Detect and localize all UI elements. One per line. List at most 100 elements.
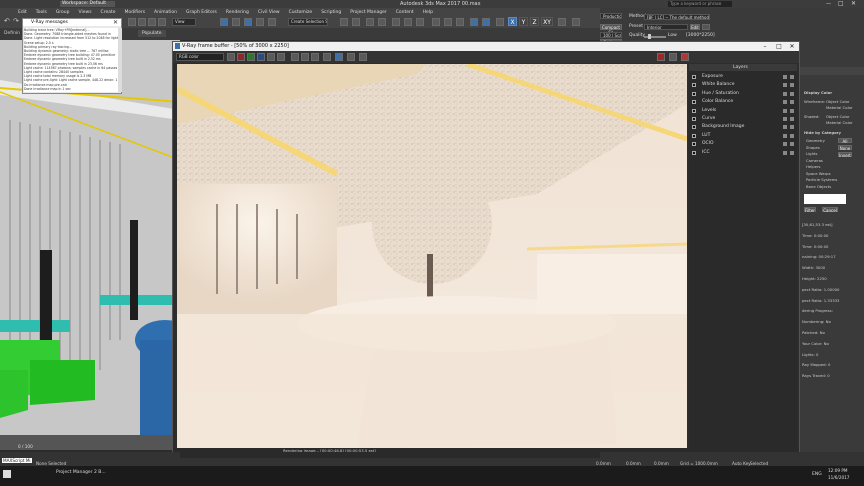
layer-item[interactable]: Exposure <box>691 74 795 81</box>
preset-extra-button[interactable] <box>702 24 710 30</box>
menu-item-project-manager[interactable]: Project Manager <box>350 10 387 15</box>
select-icon[interactable] <box>220 18 228 26</box>
layer-blend-icon[interactable] <box>783 150 787 155</box>
layer-item[interactable]: LUT <box>691 133 795 140</box>
view-dropdown[interactable]: View <box>172 18 196 26</box>
vray-messages-window[interactable]: V-Ray messages ✕ Building trace tree: VR… <box>22 18 122 94</box>
blue-channel-icon[interactable] <box>257 53 265 61</box>
menu-item-scripting[interactable]: Scripting <box>321 10 341 15</box>
maximize-button[interactable]: □ <box>838 0 844 7</box>
layer-checkbox[interactable] <box>692 91 696 96</box>
menu-item-tools[interactable]: Tools <box>36 10 47 15</box>
spinner-snap-icon[interactable] <box>268 18 276 26</box>
filter-list-box[interactable] <box>804 194 846 204</box>
alpha-channel-icon[interactable] <box>267 53 275 61</box>
menu-item-edit[interactable]: Edit <box>18 10 27 15</box>
layer-visibility-icon[interactable] <box>790 83 794 88</box>
search-input[interactable]: Type a keyword or phrase <box>668 1 732 7</box>
menu-item-modifiers[interactable]: Modifiers <box>125 10 146 15</box>
category-checkbox-space-warps[interactable]: Space Warps <box>806 171 831 176</box>
vray-vfb-icon[interactable] <box>482 18 490 26</box>
none-button[interactable]: None <box>838 145 852 151</box>
layer-checkbox[interactable] <box>692 83 696 88</box>
layer-item[interactable]: White Balance <box>691 82 795 89</box>
curve-editor-icon[interactable] <box>392 18 400 26</box>
clock-time[interactable]: 12:09 PM <box>828 468 848 473</box>
layer-item[interactable]: Color Balance <box>691 99 795 106</box>
all-button[interactable]: All <box>838 138 852 144</box>
history-icon[interactable] <box>359 53 367 61</box>
wireframe-material-color-radio[interactable]: Material Color <box>826 105 853 110</box>
layer-visibility-icon[interactable] <box>790 125 794 130</box>
maxscript-listener[interactable]: MAXScript Mi <box>2 458 32 463</box>
taskbar-item-project-manager[interactable]: Project Manager 2 B... <box>56 470 106 475</box>
layer-checkbox[interactable] <box>692 75 696 79</box>
layer-blend-icon[interactable] <box>783 142 787 147</box>
axis-xy-button[interactable]: XY <box>541 17 553 26</box>
layer-checkbox[interactable] <box>692 133 696 138</box>
layer-blend-icon[interactable] <box>783 108 787 113</box>
scene-explorer-icon[interactable] <box>378 18 386 26</box>
axis-x-button[interactable]: X <box>508 17 517 26</box>
render-target-dropdown[interactable]: Production <box>600 13 622 19</box>
render-frame-icon[interactable] <box>444 18 452 26</box>
edit-button[interactable]: Edit <box>690 24 700 30</box>
move-icon[interactable] <box>138 18 146 26</box>
render-last-icon[interactable] <box>669 53 677 61</box>
filter-button[interactable]: Filter <box>804 207 816 213</box>
category-checkbox-lights[interactable]: Lights <box>806 151 817 156</box>
render-icon[interactable] <box>456 18 464 26</box>
schematic-icon[interactable] <box>404 18 412 26</box>
layer-item[interactable]: ICC <box>691 150 795 157</box>
menu-item-content[interactable]: Content <box>396 10 414 15</box>
red-channel-icon[interactable] <box>237 53 245 61</box>
layer-item[interactable]: Background Image <box>691 124 795 131</box>
method-dropdown[interactable]: [BF | LC] -- The default method <box>644 14 710 20</box>
workspace-dropdown[interactable]: Workspace: Default <box>60 1 115 7</box>
layer-blend-icon[interactable] <box>783 100 787 105</box>
cancel-button[interactable]: Cancel <box>822 207 838 213</box>
region-render-icon[interactable] <box>323 53 331 61</box>
layer-visibility-icon[interactable] <box>790 108 794 113</box>
scale-icon[interactable] <box>158 18 166 26</box>
preset-dropdown[interactable]: Interior <box>644 24 688 30</box>
layer-visibility-icon[interactable] <box>790 133 794 138</box>
layer-checkbox[interactable] <box>692 150 696 155</box>
mono-icon[interactable] <box>277 53 285 61</box>
undo-icon[interactable]: ↶ <box>4 17 10 25</box>
language-indicator[interactable]: ENG <box>812 472 822 477</box>
menu-item-customize[interactable]: Customize <box>289 10 313 15</box>
menu-item-animation[interactable]: Animation <box>154 10 177 15</box>
vray-frame-buffer-window[interactable]: V-Ray frame buffer - [50% of 3000 x 2250… <box>172 41 800 453</box>
align-icon[interactable] <box>352 18 360 26</box>
vray-icon[interactable] <box>470 18 478 26</box>
rendered-image[interactable] <box>177 64 687 448</box>
menu-item-views[interactable]: Views <box>79 10 92 15</box>
clear-icon[interactable] <box>311 53 319 61</box>
layer-blend-icon[interactable] <box>783 83 787 88</box>
link-icon[interactable] <box>128 18 136 26</box>
timeline[interactable] <box>180 452 600 458</box>
vfb-close-button[interactable]: ✕ <box>786 43 798 50</box>
layer-item[interactable]: Curve <box>691 116 795 123</box>
lens-effects-icon[interactable] <box>347 53 355 61</box>
menu-item-graph-editors[interactable]: Graph Editors <box>186 10 217 15</box>
layer-icon[interactable] <box>366 18 374 26</box>
menu-item-group[interactable]: Group <box>56 10 70 15</box>
snap-icon[interactable] <box>232 18 240 26</box>
perspective-viewport[interactable] <box>0 40 180 450</box>
vfb-minimize-button[interactable]: – <box>759 43 771 50</box>
vray-light-icon[interactable] <box>496 18 504 26</box>
axis-z-button[interactable]: Z <box>530 17 539 26</box>
axis-constraint-icon[interactable] <box>558 18 566 26</box>
angle-snap-icon[interactable] <box>244 18 252 26</box>
redo-icon[interactable]: ↷ <box>13 17 19 25</box>
selection-set-dropdown[interactable]: Create Selection Se <box>288 18 328 26</box>
menu-item-civil-view[interactable]: Civil View <box>258 10 280 15</box>
percent-snap-icon[interactable] <box>256 18 264 26</box>
layer-checkbox[interactable] <box>692 142 696 147</box>
menu-item-rendering[interactable]: Rendering <box>226 10 249 15</box>
layer-visibility-icon[interactable] <box>790 100 794 105</box>
layer-item[interactable]: OCIO <box>691 141 795 148</box>
save-icon[interactable] <box>291 53 299 61</box>
